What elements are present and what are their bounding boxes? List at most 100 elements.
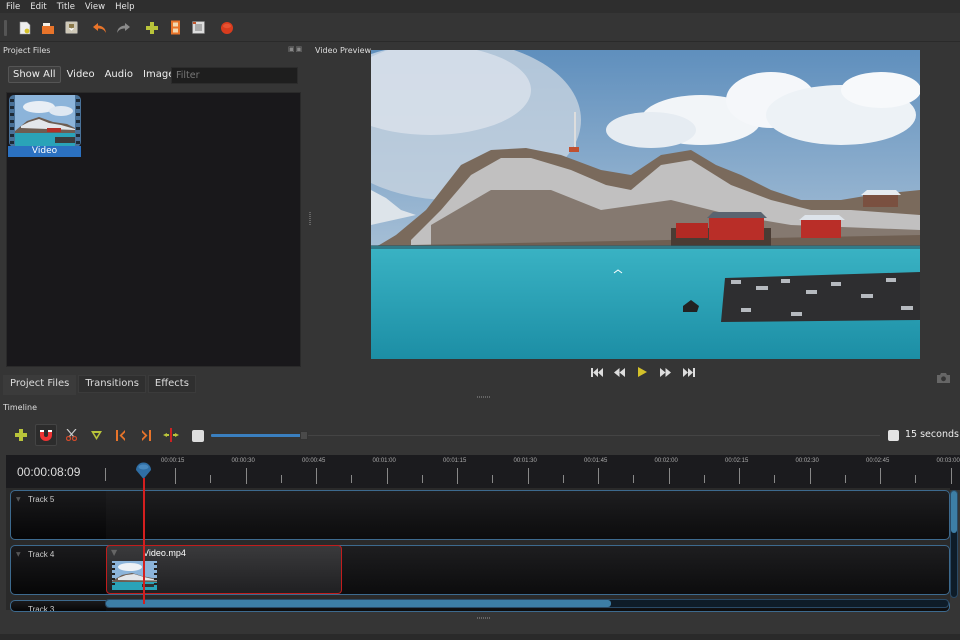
scissors-icon xyxy=(66,429,77,441)
magnet-icon xyxy=(40,430,52,441)
save-project-button[interactable] xyxy=(61,18,81,38)
panel-splitter[interactable] xyxy=(309,212,311,226)
close-dock-icon[interactable]: ▣ xyxy=(296,45,304,53)
ruler-label: 00:02:30 xyxy=(796,458,819,464)
file-item[interactable]: Video xyxy=(7,93,83,159)
ruler-tick xyxy=(105,468,106,481)
toolbar-grip[interactable] xyxy=(4,20,7,36)
menu-file[interactable]: File xyxy=(6,2,20,12)
fast-forward-icon[interactable] xyxy=(654,368,677,380)
marker-icon xyxy=(91,431,102,440)
bottom-splitter[interactable] xyxy=(477,617,491,619)
tab-transitions[interactable]: Transitions xyxy=(78,375,146,393)
ruler-tick-minor xyxy=(492,475,493,483)
ruler-tick-major xyxy=(387,468,388,484)
redo-button[interactable] xyxy=(113,18,133,38)
save-icon xyxy=(65,21,78,34)
open-project-button[interactable] xyxy=(38,18,58,38)
float-icon[interactable]: ▣ xyxy=(288,45,296,53)
ruler-tick-major xyxy=(669,468,670,484)
track-header[interactable]: ▼ Track 4 xyxy=(11,546,106,594)
ruler-label: 00:00:15 xyxy=(161,458,184,464)
export-video-button[interactable] xyxy=(217,18,237,38)
ruler-tick-minor xyxy=(281,475,282,483)
track-name: Track 4 xyxy=(28,550,54,559)
zoom-slider-fill[interactable] xyxy=(211,434,303,437)
ruler-tick-major xyxy=(246,468,247,484)
import-files-button[interactable] xyxy=(142,18,162,38)
project-files-list[interactable]: Video xyxy=(6,92,301,367)
tab-project-files[interactable]: Project Files xyxy=(3,375,76,395)
collapse-icon[interactable]: ▼ xyxy=(16,551,21,558)
ruler-tick-minor xyxy=(915,475,916,483)
ruler-label: 00:02:00 xyxy=(655,458,678,464)
ruler-tick-major xyxy=(951,468,952,484)
ruler-label: 00:03:00 xyxy=(937,458,960,464)
next-marker-button[interactable] xyxy=(135,424,157,446)
fullscreen-button[interactable] xyxy=(188,18,208,38)
zoom-icon xyxy=(192,430,204,442)
play-icon[interactable] xyxy=(631,367,654,380)
previous-marker-button[interactable] xyxy=(110,424,132,446)
record-icon xyxy=(220,21,234,35)
playhead-line[interactable] xyxy=(143,478,145,604)
clip-name: Video.mp4 xyxy=(143,548,186,558)
track-header[interactable]: ▼ Track 5 xyxy=(11,491,106,539)
menu-title[interactable]: Title xyxy=(57,2,75,12)
ruler-tick-minor xyxy=(774,475,775,483)
filter-tab-show-all[interactable]: Show All xyxy=(8,66,61,83)
zoom-checkbox[interactable] xyxy=(888,430,899,441)
file-filter-tabs: Show All Video Audio Image xyxy=(8,66,180,83)
redo-icon xyxy=(115,21,131,35)
filter-tab-video[interactable]: Video xyxy=(63,67,99,82)
collapse-icon[interactable]: ▼ xyxy=(16,496,21,503)
plus-icon xyxy=(15,429,27,441)
skip-start-icon[interactable] xyxy=(585,368,608,380)
zoom-slider-track[interactable] xyxy=(303,435,880,436)
menu-edit[interactable]: Edit xyxy=(30,2,46,12)
ruler-tick-major xyxy=(739,468,740,484)
ruler-tick-major xyxy=(528,468,529,484)
next-marker-icon xyxy=(141,430,151,441)
timeline-title: Timeline xyxy=(3,403,37,412)
horizontal-scrollbar-thumb[interactable] xyxy=(106,600,611,607)
ruler-tick-minor xyxy=(563,475,564,483)
skip-end-icon[interactable] xyxy=(677,368,700,380)
tab-effects[interactable]: Effects xyxy=(148,375,196,393)
panel-splitter-horizontal[interactable] xyxy=(477,396,491,398)
choose-profile-button[interactable] xyxy=(165,18,185,38)
add-marker-button[interactable] xyxy=(85,424,107,446)
zoom-label: 15 seconds xyxy=(905,429,959,440)
snapping-button[interactable] xyxy=(35,424,57,446)
dock-buttons[interactable]: ▣▣ xyxy=(288,45,303,53)
vertical-scrollbar-thumb[interactable] xyxy=(951,491,957,533)
new-project-button[interactable] xyxy=(15,18,35,38)
ruler-tick-minor xyxy=(422,475,423,483)
snapshot-button[interactable] xyxy=(937,368,950,387)
ruler-tick-major xyxy=(457,468,458,484)
ruler-tick-minor xyxy=(210,475,211,483)
file-item-label: Video xyxy=(8,146,81,157)
menu-help[interactable]: Help xyxy=(115,2,134,12)
track-5[interactable]: ▼ Track 5 xyxy=(10,490,950,540)
timeline-clip[interactable]: ▼ Video.mp4 xyxy=(106,545,342,594)
project-files-title: Project Files xyxy=(3,46,50,55)
menu-view[interactable]: View xyxy=(85,2,105,12)
center-playhead-button[interactable] xyxy=(160,424,182,446)
filter-input[interactable]: Filter xyxy=(171,67,298,84)
track-header[interactable]: Track 3 xyxy=(11,601,106,611)
undo-button[interactable] xyxy=(90,18,110,38)
ruler-tick-minor xyxy=(845,475,846,483)
current-time: 00:00:08:09 xyxy=(17,465,80,479)
clip-menu-icon[interactable]: ▼ xyxy=(111,548,117,557)
add-track-button[interactable] xyxy=(10,424,32,446)
filter-tab-audio[interactable]: Audio xyxy=(101,67,137,82)
ruler-label: 00:01:15 xyxy=(443,458,466,464)
menu-bar: File Edit Title View Help xyxy=(0,0,960,13)
film-icon xyxy=(170,20,181,35)
video-preview[interactable] xyxy=(371,50,920,359)
zoom-slider-handle[interactable] xyxy=(300,431,308,440)
ruler-tick-major xyxy=(810,468,811,484)
razor-button[interactable] xyxy=(60,424,82,446)
rewind-icon[interactable] xyxy=(608,368,631,380)
